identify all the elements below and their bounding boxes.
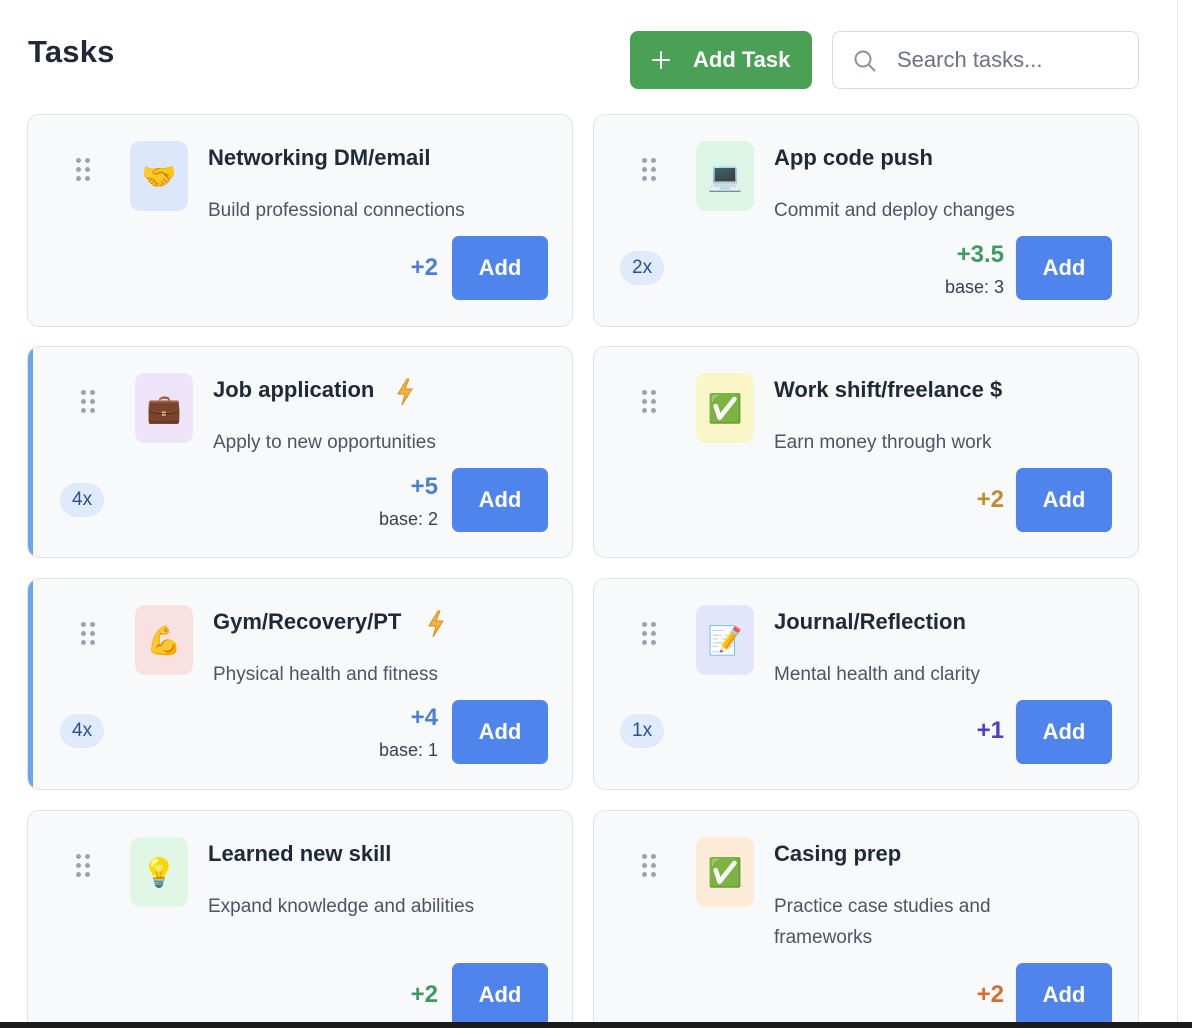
task-title: Gym/Recovery/PT: [213, 609, 402, 634]
search-icon: [854, 50, 876, 72]
add-button[interactable]: Add: [1016, 468, 1112, 532]
multiplier-badge: 1x: [620, 714, 665, 748]
briefcase-icon: 💼: [135, 373, 193, 443]
handshake-icon: 🤝: [130, 141, 188, 211]
base-points: base: 2: [378, 509, 438, 529]
task-title: App code push: [774, 145, 933, 170]
task-title: Casing prep: [774, 841, 902, 866]
add-button[interactable]: Add: [452, 468, 548, 532]
multiplier-badge: 4x: [60, 483, 105, 517]
panel-divider: [1177, 0, 1178, 1028]
add-button[interactable]: Add: [452, 700, 548, 764]
lightbulb-icon: 💡: [130, 837, 188, 907]
task-title: Learned new skill: [208, 841, 392, 866]
drag-handle-icon[interactable]: [81, 390, 95, 416]
task-description: Apply to new opportunities: [213, 432, 436, 453]
multiplier-badge: 2x: [620, 251, 665, 285]
drag-handle-icon[interactable]: [76, 854, 90, 880]
task-title: Journal/Reflection: [774, 609, 966, 634]
drag-handle-icon[interactable]: [642, 158, 656, 184]
task-card: 📝 Journal/Reflection Mental health and c…: [593, 578, 1139, 790]
lightning-bolt-icon: [428, 610, 444, 638]
add-button[interactable]: Add: [452, 236, 548, 300]
search-input[interactable]: [897, 42, 1125, 78]
add-task-label: Add Task: [693, 47, 791, 72]
check-icon: ✅: [696, 837, 754, 907]
points-value: +2: [976, 981, 1004, 1008]
points-value: +2: [410, 981, 438, 1008]
points-value: +1: [976, 717, 1004, 744]
task-title: Job application: [213, 377, 375, 402]
points-value: +2: [410, 254, 438, 281]
task-card: ✅ Work shift/freelance $ Earn money thro…: [593, 346, 1139, 558]
laptop-icon: 💻: [696, 141, 754, 211]
task-description: Commit and deploy changes: [774, 200, 1015, 221]
add-task-button[interactable]: Add Task: [630, 31, 812, 89]
task-description-line: Practice case studies and: [774, 896, 991, 917]
add-button[interactable]: Add: [1016, 700, 1112, 764]
task-description: Build professional connections: [208, 200, 465, 221]
drag-handle-icon[interactable]: [642, 854, 656, 880]
points-value: +3.5: [956, 241, 1004, 268]
task-description-line: frameworks: [774, 927, 873, 948]
points-value: +4: [410, 704, 438, 731]
bottom-edge: [0, 1022, 1192, 1028]
task-card: 🤝 Networking DM/email Build professional…: [27, 114, 573, 327]
multiplier-badge: 4x: [60, 714, 105, 748]
task-card: 💻 App code push Commit and deploy change…: [593, 114, 1139, 327]
lightning-bolt-icon: [397, 378, 413, 406]
base-points: base: 3: [944, 277, 1004, 297]
add-button[interactable]: Add: [1016, 236, 1112, 300]
task-description: Practice case studies and frameworks: [774, 891, 991, 953]
page-title: Tasks: [28, 34, 115, 69]
task-description: Earn money through work: [774, 432, 992, 453]
drag-handle-icon[interactable]: [642, 390, 656, 416]
flexed-biceps-icon: 💪: [135, 605, 193, 675]
points-value: +2: [976, 486, 1004, 513]
drag-handle-icon[interactable]: [642, 622, 656, 648]
add-button[interactable]: Add: [452, 963, 548, 1027]
task-card: 💪 Gym/Recovery/PT Physical health and fi…: [27, 578, 573, 790]
task-description: Expand knowledge and abilities: [208, 896, 475, 917]
task-title: Networking DM/email: [208, 145, 431, 170]
task-description: Mental health and clarity: [774, 664, 980, 685]
task-description: Physical health and fitness: [213, 664, 438, 685]
task-card: 💡 Learned new skill Expand knowledge and…: [27, 810, 573, 1028]
add-button[interactable]: Add: [1016, 963, 1112, 1027]
drag-handle-icon[interactable]: [76, 158, 90, 184]
task-card: ✅ Casing prep Practice case studies and …: [593, 810, 1139, 1028]
plus-icon: [650, 45, 672, 75]
memo-icon: 📝: [696, 605, 754, 675]
task-card: 💼 Job application Apply to new opportuni…: [27, 346, 573, 558]
base-points: base: 1: [378, 740, 438, 760]
points-value: +5: [410, 473, 438, 500]
search-box[interactable]: [832, 31, 1139, 89]
check-icon: ✅: [696, 373, 754, 443]
task-title: Work shift/freelance $: [774, 377, 1003, 402]
drag-handle-icon[interactable]: [81, 622, 95, 648]
